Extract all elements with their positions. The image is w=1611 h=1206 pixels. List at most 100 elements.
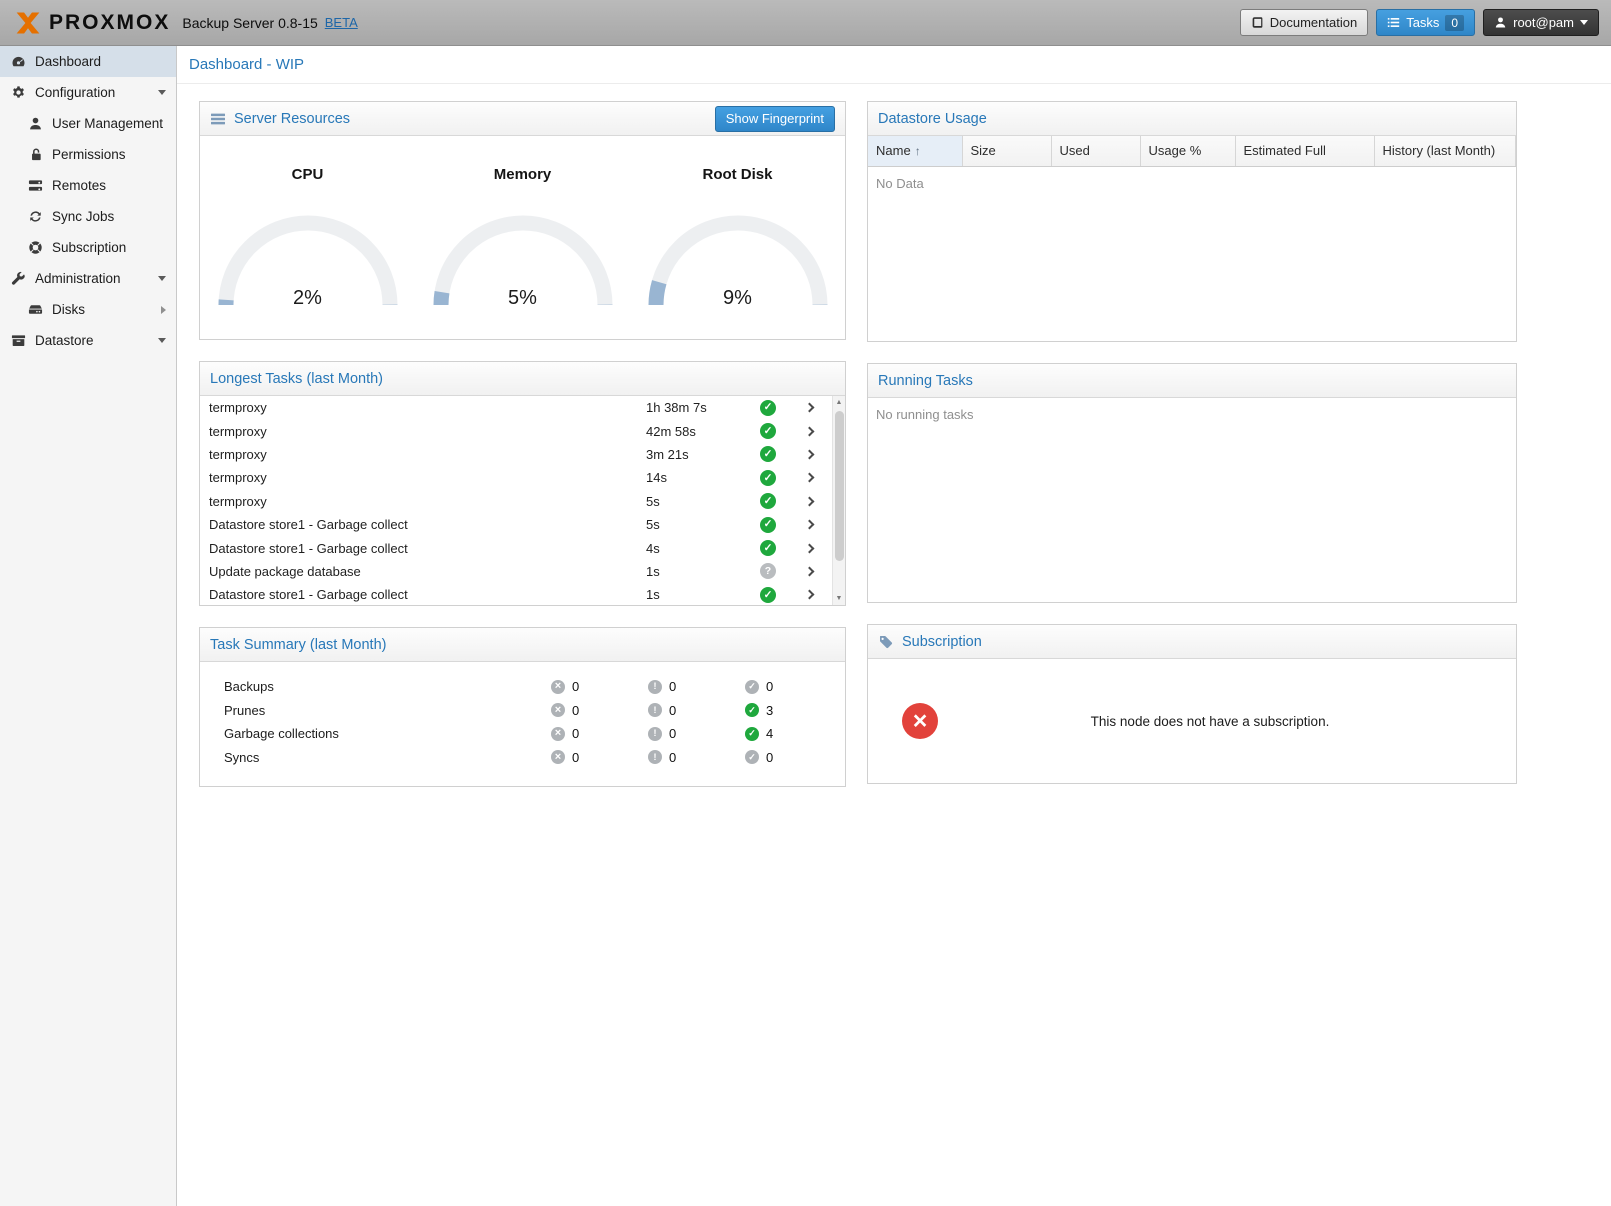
column-label: History (last Month) xyxy=(1383,143,1496,158)
warning-count: 0 xyxy=(669,750,676,765)
sidebar-item-dashboard[interactable]: Dashboard xyxy=(0,46,176,77)
task-duration: 3m 21s xyxy=(646,447,750,462)
task-status-icon xyxy=(760,563,776,579)
warning-circle-icon xyxy=(648,680,662,694)
task-status-icon xyxy=(760,493,776,509)
product-name: Backup Server 0.8-15 xyxy=(182,15,317,31)
datastore-usage-title: Datastore Usage xyxy=(878,111,987,127)
gauge-label: CPU xyxy=(292,166,324,183)
warning-count: 0 xyxy=(669,703,676,718)
book-icon xyxy=(1251,16,1264,29)
running-tasks-panel: Running Tasks No running tasks xyxy=(867,363,1517,603)
task-open-button[interactable] xyxy=(786,404,832,411)
task-name: termproxy xyxy=(209,494,646,509)
sidebar-item-subscription[interactable]: Subscription xyxy=(0,232,176,263)
longest-tasks-title: Longest Tasks (last Month) xyxy=(210,371,383,387)
task-row[interactable]: Datastore store1 - Garbage collect 1s xyxy=(200,583,832,605)
sidebar-item-label: Disks xyxy=(52,302,85,317)
beta-link[interactable]: BETA xyxy=(325,15,358,30)
longest-tasks-grid: termproxy 1h 38m 7s termproxy 42m 58s xyxy=(200,396,845,605)
gauges-row: CPU 2% Memory xyxy=(200,136,845,339)
ok-count: 4 xyxy=(766,726,773,741)
vertical-scrollbar[interactable]: ▲ ▼ xyxy=(832,396,845,605)
sidebar-item-remotes[interactable]: Remotes xyxy=(0,170,176,201)
task-row[interactable]: termproxy 14s xyxy=(200,466,832,489)
datastore-usage-panel: Datastore Usage Name↑ Size Used Usage % xyxy=(867,101,1517,342)
task-status-icon xyxy=(760,587,776,603)
column-header-estimated-full[interactable]: Estimated Full xyxy=(1235,136,1374,166)
task-row[interactable]: termproxy 42m 58s xyxy=(200,419,832,442)
error-circle-icon xyxy=(551,680,565,694)
wrench-icon xyxy=(10,271,26,287)
warning-count: 0 xyxy=(669,679,676,694)
chevron-down-icon[interactable] xyxy=(158,338,166,343)
sidebar-item-configuration[interactable]: Configuration xyxy=(0,77,176,108)
task-row[interactable]: termproxy 1h 38m 7s xyxy=(200,396,832,419)
summary-label: Prunes xyxy=(224,703,551,718)
task-status-icon xyxy=(760,470,776,486)
tasks-button[interactable]: Tasks 0 xyxy=(1376,9,1475,36)
task-open-button[interactable] xyxy=(786,591,832,598)
sidebar-item-label: Dashboard xyxy=(35,54,101,69)
ok-circle-icon xyxy=(745,727,759,741)
summary-row: Backups 0 0 0 xyxy=(200,675,845,699)
chevron-right-icon xyxy=(804,450,814,460)
sidebar-item-label: Remotes xyxy=(52,178,106,193)
server-resources-header: Server Resources Show Fingerprint xyxy=(200,102,845,136)
documentation-button[interactable]: Documentation xyxy=(1240,9,1368,36)
task-open-button[interactable] xyxy=(786,521,832,528)
datastore-usage-header: Datastore Usage xyxy=(868,102,1516,136)
task-row[interactable]: Datastore store1 - Garbage collect 5s xyxy=(200,513,832,536)
subscription-body: × This node does not have a subscription… xyxy=(868,659,1516,783)
task-row[interactable]: Datastore store1 - Garbage collect 4s xyxy=(200,536,832,559)
task-open-button[interactable] xyxy=(786,474,832,481)
app-window: PROXMOX Backup Server 0.8-15 BETA Docume… xyxy=(0,0,1611,1206)
top-bar: PROXMOX Backup Server 0.8-15 BETA Docume… xyxy=(0,0,1611,46)
show-fingerprint-button[interactable]: Show Fingerprint xyxy=(715,106,835,132)
ok-circle-icon xyxy=(745,703,759,717)
bars-icon xyxy=(210,111,226,127)
summary-row: Garbage collections 0 0 4 xyxy=(200,722,845,746)
task-name: termproxy xyxy=(209,470,646,485)
sidebar-item-label: Subscription xyxy=(52,240,126,255)
server-icon xyxy=(27,178,43,194)
column-header-size[interactable]: Size xyxy=(962,136,1051,166)
warning-count: 0 xyxy=(669,726,676,741)
chevron-right-icon[interactable] xyxy=(161,306,166,314)
task-row[interactable]: termproxy 5s xyxy=(200,490,832,513)
sidebar-item-administration[interactable]: Administration xyxy=(0,263,176,294)
task-open-button[interactable] xyxy=(786,545,832,552)
no-running-tasks-text: No running tasks xyxy=(868,398,1516,431)
sidebar-item-user-management[interactable]: User Management xyxy=(0,108,176,139)
sidebar-item-datastore[interactable]: Datastore xyxy=(0,325,176,356)
column-header-usage-pct[interactable]: Usage % xyxy=(1140,136,1235,166)
scroll-down-button[interactable]: ▼ xyxy=(833,592,845,605)
user-icon xyxy=(27,116,43,132)
chevron-down-icon[interactable] xyxy=(158,90,166,95)
task-row[interactable]: termproxy 3m 21s xyxy=(200,443,832,466)
sidebar-item-disks[interactable]: Disks xyxy=(0,294,176,325)
task-open-button[interactable] xyxy=(786,498,832,505)
chevron-right-icon xyxy=(804,590,814,600)
subscription-panel: Subscription × This node does not have a… xyxy=(867,624,1517,784)
task-open-button[interactable] xyxy=(786,568,832,575)
scroll-up-button[interactable]: ▲ xyxy=(833,396,845,409)
task-open-button[interactable] xyxy=(786,428,832,435)
longest-tasks-header: Longest Tasks (last Month) xyxy=(200,362,845,396)
column-header-used[interactable]: Used xyxy=(1051,136,1140,166)
task-row[interactable]: Update package database 1s xyxy=(200,560,832,583)
sidebar-item-sync-jobs[interactable]: Sync Jobs xyxy=(0,201,176,232)
scrollbar-thumb[interactable] xyxy=(835,411,844,561)
sidebar-item-permissions[interactable]: Permissions xyxy=(0,139,176,170)
user-menu-button[interactable]: root@pam xyxy=(1483,9,1599,36)
sidebar-item-label: Sync Jobs xyxy=(52,209,114,224)
column-header-name[interactable]: Name↑ xyxy=(868,136,962,166)
tasks-count-badge: 0 xyxy=(1445,15,1464,31)
summary-row: Syncs 0 0 0 xyxy=(200,746,845,770)
longest-tasks-panel: Longest Tasks (last Month) termproxy 1h … xyxy=(199,361,846,606)
column-header-history[interactable]: History (last Month) xyxy=(1374,136,1516,166)
list-icon xyxy=(1387,16,1400,29)
task-open-button[interactable] xyxy=(786,451,832,458)
task-status-icon xyxy=(760,423,776,439)
chevron-down-icon[interactable] xyxy=(158,276,166,281)
